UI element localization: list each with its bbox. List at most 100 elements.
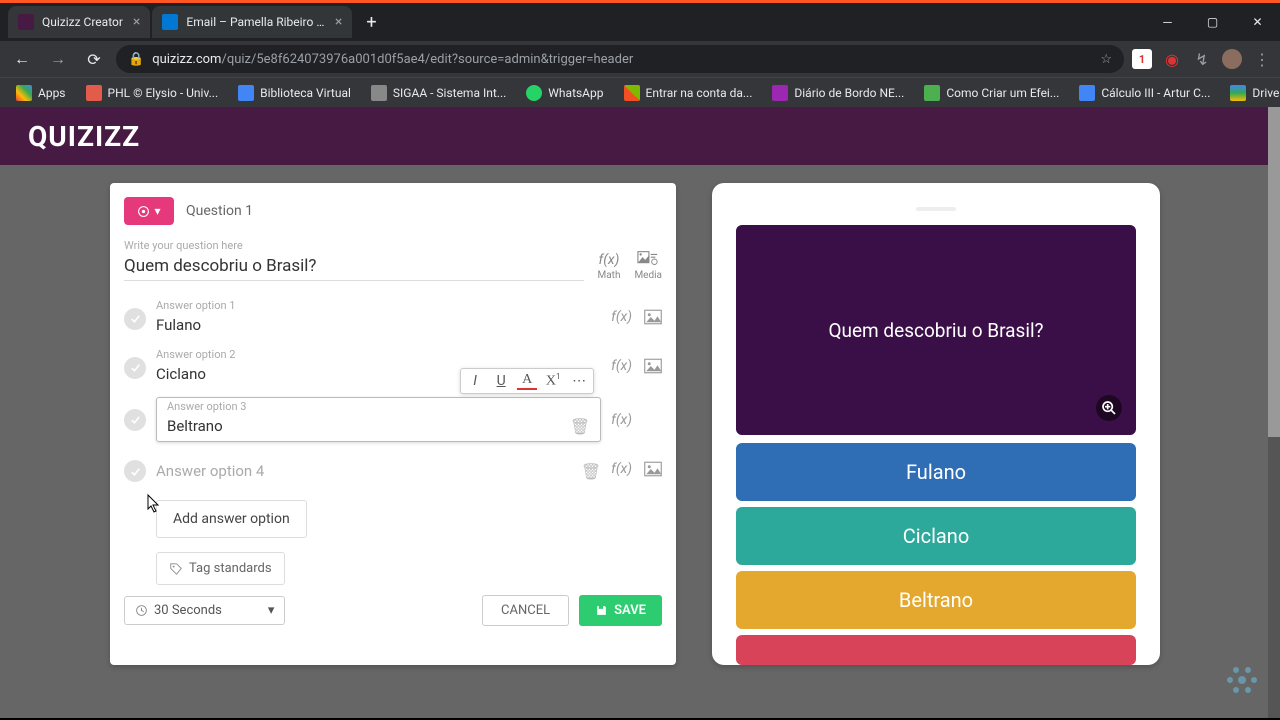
image-icon[interactable] xyxy=(644,358,662,378)
preview-answer[interactable]: Fulano xyxy=(736,443,1136,501)
zoom-icon[interactable] xyxy=(1096,395,1122,421)
menu-icon[interactable]: ⋮ xyxy=(1252,49,1272,69)
option-label: Answer option 1 xyxy=(156,299,601,312)
correct-answer-toggle[interactable] xyxy=(124,409,146,431)
bookmark-item[interactable]: PHL © Elysio - Univ... xyxy=(78,81,227,105)
answer-option-input[interactable] xyxy=(156,458,581,484)
extension-icon[interactable]: 1 xyxy=(1132,49,1152,69)
url-host: quizizz.com xyxy=(152,52,221,67)
fx-icon[interactable]: f(x) xyxy=(611,412,632,428)
answer-option-row: Answer option 1 f(x) xyxy=(124,299,662,338)
image-icon[interactable] xyxy=(644,461,662,481)
url-path: /quiz/5e8f624073976a001d0f5ae4/edit?sour… xyxy=(221,52,633,67)
bookmark-item[interactable]: Entrar na conta da... xyxy=(616,81,761,105)
reload-button[interactable]: ⟳ xyxy=(80,45,108,73)
vertical-scrollbar[interactable] xyxy=(1268,107,1280,718)
drag-handle-icon xyxy=(916,207,956,211)
bookmarks-bar: Apps PHL © Elysio - Univ... Biblioteca V… xyxy=(0,77,1280,107)
lock-icon: 🔒 xyxy=(128,52,144,67)
apps-button[interactable]: Apps xyxy=(8,81,74,105)
extension-icon[interactable]: ↯ xyxy=(1192,49,1212,69)
question-input[interactable] xyxy=(124,252,584,281)
question-field-label: Write your question here xyxy=(124,239,584,252)
bookmark-item[interactable]: Biblioteca Virtual xyxy=(230,81,359,105)
bookmark-item[interactable]: Diário de Bordo NE... xyxy=(764,81,912,105)
scrollbar-thumb[interactable] xyxy=(1268,107,1280,437)
delete-icon[interactable]: 🗑 xyxy=(570,417,590,436)
profile-avatar[interactable] xyxy=(1222,49,1242,69)
forward-button[interactable]: → xyxy=(44,45,72,73)
answer-option-input[interactable] xyxy=(156,312,601,338)
bookmark-item[interactable]: Como Criar um Efei... xyxy=(916,81,1067,105)
bookmark-favicon xyxy=(86,85,102,101)
watermark-icon xyxy=(1222,660,1262,700)
fx-icon[interactable]: f(x) xyxy=(611,309,632,329)
bookmark-favicon xyxy=(924,85,940,101)
tab-title: Email – Pamella Ribeiro – Outlo... xyxy=(186,15,325,29)
favicon-icon xyxy=(162,14,178,30)
correct-answer-toggle[interactable] xyxy=(124,460,146,482)
preview-answer[interactable]: Beltrano xyxy=(736,571,1136,629)
window-minimize-button[interactable]: ─ xyxy=(1145,3,1190,41)
app-header: QUIZIZZ xyxy=(0,107,1268,165)
back-button[interactable]: ← xyxy=(8,45,36,73)
italic-button[interactable]: I xyxy=(465,373,485,390)
new-tab-button[interactable]: + xyxy=(354,12,388,33)
bookmark-item[interactable]: SIGAA - Sistema Int... xyxy=(363,81,514,105)
delete-icon[interactable]: 🗑 xyxy=(581,462,601,481)
option-label: Answer option 3 xyxy=(167,400,590,413)
close-tab-icon[interactable]: × xyxy=(133,14,140,30)
time-limit-dropdown[interactable]: 30 Seconds ▾ xyxy=(124,596,285,625)
browser-tab[interactable]: Email – Pamella Ribeiro – Outlo... × xyxy=(152,6,352,38)
extension-icon[interactable]: ◉ xyxy=(1162,49,1182,69)
target-icon xyxy=(137,205,150,218)
browser-tab-active[interactable]: Quizizz Creator × xyxy=(8,6,150,38)
cancel-button[interactable]: CANCEL xyxy=(482,595,569,626)
check-icon xyxy=(129,465,142,478)
save-button[interactable]: SAVE xyxy=(579,595,662,626)
preview-answer[interactable] xyxy=(736,635,1136,665)
underline-button[interactable]: U xyxy=(491,373,511,390)
bookmark-favicon xyxy=(624,85,640,101)
bookmark-item[interactable]: Cálculo III - Artur C... xyxy=(1071,81,1218,105)
bookmark-item[interactable]: WhatsApp xyxy=(518,81,611,105)
url-input[interactable]: 🔒 quizizz.com/quiz/5e8f624073976a001d0f5… xyxy=(116,45,1124,73)
math-tool[interactable]: f(x) Math xyxy=(598,252,621,281)
window-maximize-button[interactable]: ▢ xyxy=(1190,3,1235,41)
media-icon xyxy=(637,250,659,268)
question-number-label: Question 1 xyxy=(186,203,253,219)
superscript-button[interactable]: X1 xyxy=(543,372,563,390)
chevron-down-icon: ▾ xyxy=(268,603,275,618)
chevron-down-icon: ▾ xyxy=(154,204,160,218)
bookmark-favicon xyxy=(238,85,254,101)
fx-icon[interactable]: f(x) xyxy=(611,461,632,481)
more-format-button[interactable]: ⋯ xyxy=(569,373,589,390)
browser-tab-bar: Quizizz Creator × Email – Pamella Ribeir… xyxy=(0,3,1280,41)
image-icon[interactable] xyxy=(644,309,662,329)
question-type-dropdown[interactable]: ▾ xyxy=(124,197,174,225)
tag-standards-button[interactable]: Tag standards xyxy=(156,552,285,585)
clock-icon xyxy=(135,604,148,617)
correct-answer-toggle[interactable] xyxy=(124,308,146,330)
add-answer-option-button[interactable]: Add answer option xyxy=(156,500,307,538)
bookmark-item[interactable]: Drive EMA xyxy=(1222,81,1280,105)
answer-option-row: 🗑 f(x) xyxy=(124,458,662,484)
preview-question: Quem descobriu o Brasil? xyxy=(736,225,1136,435)
media-tool[interactable]: Media xyxy=(634,250,662,281)
text-color-button[interactable]: A xyxy=(517,372,537,390)
close-tab-icon[interactable]: × xyxy=(335,14,342,30)
star-icon[interactable]: ☆ xyxy=(1100,52,1112,67)
answer-option-input[interactable] xyxy=(167,413,570,439)
address-bar: ← → ⟳ 🔒 quizizz.com/quiz/5e8f624073976a0… xyxy=(0,41,1280,77)
window-close-button[interactable]: ✕ xyxy=(1235,3,1280,41)
option-label: Answer option 2 xyxy=(156,348,601,361)
fx-icon[interactable]: f(x) xyxy=(611,358,632,378)
quizizz-logo[interactable]: QUIZIZZ xyxy=(28,120,140,153)
correct-answer-toggle[interactable] xyxy=(124,357,146,379)
favicon-icon xyxy=(18,14,34,30)
preview-answer[interactable]: Ciclano xyxy=(736,507,1136,565)
bookmark-favicon xyxy=(371,85,387,101)
fx-icon: f(x) xyxy=(599,252,620,268)
tab-title: Quizizz Creator xyxy=(42,15,123,29)
question-editor-card: ▾ Question 1 Write your question here f(… xyxy=(110,183,676,665)
